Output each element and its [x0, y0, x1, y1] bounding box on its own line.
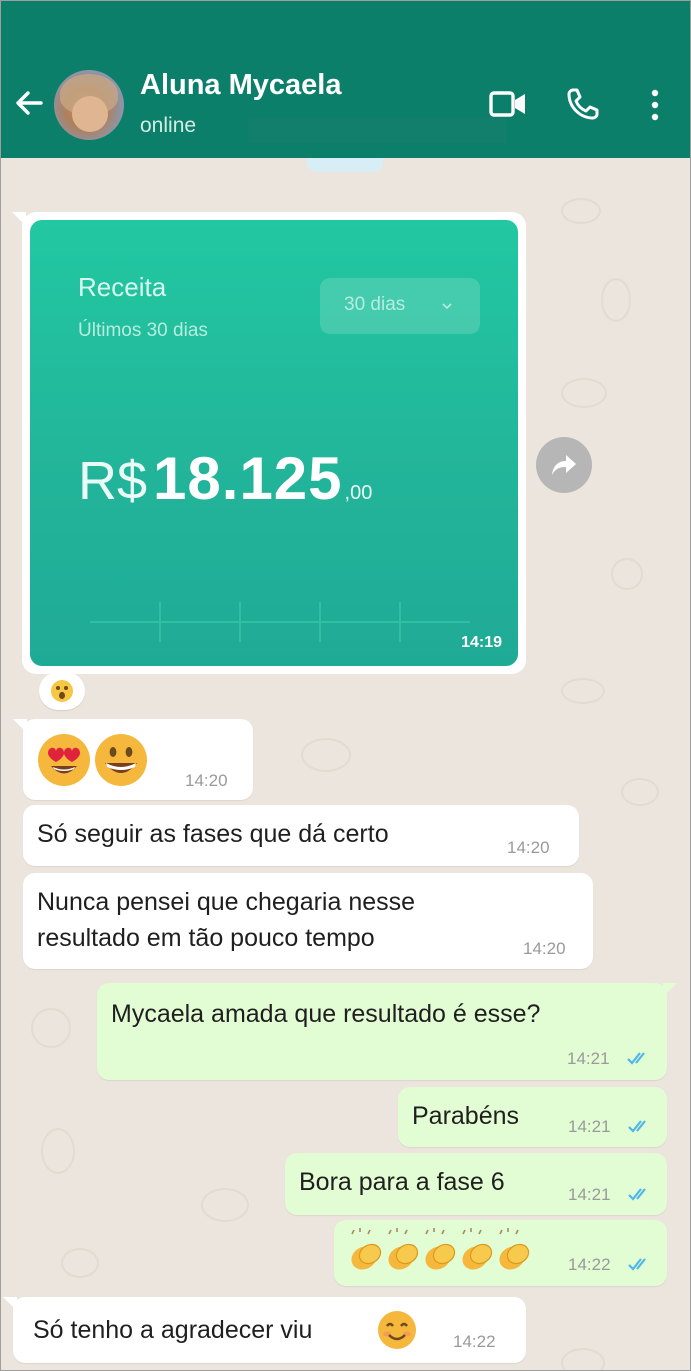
- image-message[interactable]: Receita Últimos 30 dias 30 dias R$ 18.125…: [12, 212, 526, 674]
- amount-currency: R$: [78, 451, 148, 511]
- grinning-face-emoji: [95, 734, 147, 786]
- forward-button[interactable]: [536, 437, 592, 493]
- message-bubble-outgoing[interactable]: Mycaela amada que resultado é esse? 14:2…: [97, 983, 677, 1080]
- message-bubble-incoming[interactable]: Nunca pensei que chegaria nesse resultad…: [23, 873, 593, 969]
- back-arrow-icon[interactable]: [13, 87, 45, 119]
- contact-status: online: [140, 114, 197, 137]
- message-reaction[interactable]: [39, 672, 85, 710]
- read-receipt-icon: [628, 1120, 646, 1133]
- read-receipt-icon: [628, 1258, 646, 1271]
- card-chart-lines: [90, 602, 470, 642]
- clapping-hands-emoji: [425, 1228, 456, 1270]
- message-text: Mycaela amada que resultado é esse?: [111, 1000, 541, 1028]
- heart-eyes-emoji: [38, 734, 90, 786]
- revenue-card-image[interactable]: Receita Últimos 30 dias 30 dias R$ 18.125…: [30, 220, 518, 666]
- date-divider: [307, 158, 383, 172]
- chat-header: Aluna Mycaela online: [1, 1, 690, 158]
- smiling-face-emoji: [378, 1311, 416, 1349]
- read-receipt-icon: [628, 1188, 646, 1201]
- message-text: Parabéns: [412, 1102, 520, 1130]
- read-receipt-icon: [627, 1052, 645, 1065]
- contact-avatar[interactable]: [54, 70, 124, 140]
- message-text: Só seguir as fases que dá certo: [37, 820, 389, 848]
- amount-value: 18.125: [153, 445, 343, 512]
- period-dropdown: 30 dias: [320, 278, 480, 334]
- period-label: 30 dias: [344, 294, 406, 315]
- clapping-hands-emoji: [351, 1228, 382, 1270]
- clapping-hands-emoji: [499, 1228, 530, 1270]
- message-time: 14:21: [568, 1117, 611, 1136]
- message-time: 14:22: [453, 1332, 496, 1351]
- message-bubble-outgoing[interactable]: Parabéns 14:21: [398, 1087, 667, 1147]
- card-title: Receita: [78, 272, 167, 302]
- voice-call-icon[interactable]: [566, 87, 600, 121]
- message-text-line: resultado em tão pouco tempo: [37, 924, 375, 952]
- chat-screen: Aluna Mycaela online Receita Últimos 30 …: [0, 0, 691, 1371]
- chat-area[interactable]: Receita Últimos 30 dias 30 dias R$ 18.125…: [1, 158, 690, 1370]
- clapping-hands-emoji: [388, 1228, 419, 1270]
- message-time: 14:21: [567, 1049, 610, 1068]
- contact-name[interactable]: Aluna Mycaela: [140, 69, 341, 102]
- video-call-icon[interactable]: [489, 90, 527, 118]
- card-subtitle: Últimos 30 dias: [78, 320, 208, 341]
- message-time: 14:20: [507, 838, 550, 857]
- message-bubble-outgoing[interactable]: 14:22: [334, 1220, 667, 1286]
- message-bubble-incoming[interactable]: Só tenho a agradecer viu 14:22: [3, 1297, 526, 1363]
- message-text-line: Nunca pensei que chegaria nesse: [37, 888, 416, 916]
- message-bubble-outgoing[interactable]: Bora para a fase 6 14:21: [285, 1153, 667, 1215]
- message-time: 14:20: [523, 939, 566, 958]
- message-time: 14:21: [568, 1185, 611, 1204]
- revenue-amount: R$ 18.125,00: [78, 444, 372, 513]
- forward-icon: [552, 455, 576, 475]
- message-text: Bora para a fase 6: [299, 1168, 505, 1196]
- message-text: Só tenho a agradecer viu: [33, 1316, 313, 1344]
- more-options-icon[interactable]: [647, 88, 663, 122]
- astonished-face-emoji: [51, 680, 73, 702]
- message-time: 14:19: [461, 634, 502, 651]
- message-bubble-incoming[interactable]: 14:20: [13, 719, 253, 800]
- amount-cents: ,00: [344, 482, 373, 504]
- clapping-hands-emoji: [462, 1228, 493, 1270]
- chevron-down-icon: [442, 303, 452, 310]
- message-time: 14:22: [568, 1255, 611, 1274]
- message-bubble-incoming[interactable]: Só seguir as fases que dá certo 14:20: [23, 805, 579, 866]
- message-time: 14:20: [185, 771, 228, 790]
- blurred-region: [248, 117, 506, 143]
